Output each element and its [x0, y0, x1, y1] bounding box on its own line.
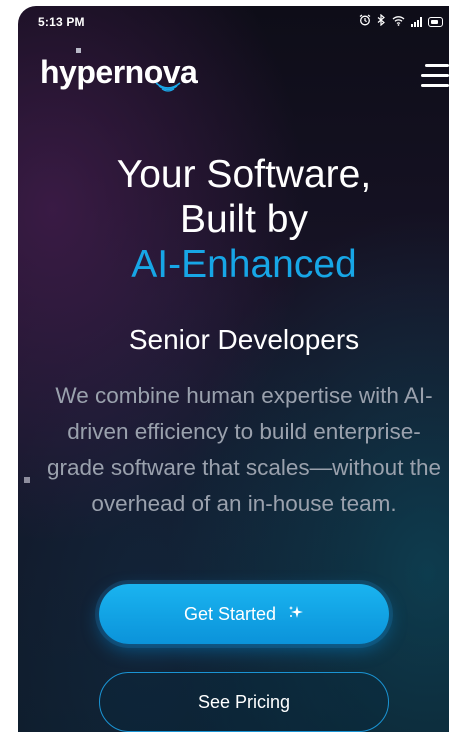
see-pricing-button[interactable]: See Pricing [99, 672, 389, 732]
status-bar: 5:13 PM [18, 6, 449, 34]
hero-title: Your Software, Built by AI-Enhanced [18, 152, 449, 287]
app-screen: 5:13 PM hypernova Your Software, Built b… [18, 6, 449, 732]
alarm-icon [359, 14, 371, 29]
hero-description: We combine human expertise with AI-drive… [47, 383, 441, 516]
bluetooth-icon [377, 13, 386, 29]
sparkle-icon [288, 605, 304, 623]
logo-dot [76, 48, 81, 53]
see-pricing-label: See Pricing [197, 691, 291, 712]
status-icons [359, 13, 443, 29]
hero-title-line1: Your Software, [116, 153, 372, 196]
logo-signal-waves-icon [155, 82, 181, 92]
hero-title-line2: Built by [180, 198, 308, 241]
battery-icon [428, 16, 443, 27]
wifi-icon [392, 15, 405, 29]
status-time: 5:13 PM [38, 15, 85, 29]
hero-subtitle: Senior Developers [128, 324, 360, 355]
signal-icon [411, 16, 422, 27]
hamburger-menu-icon[interactable] [421, 64, 449, 90]
get-started-button[interactable]: Get Started [99, 584, 389, 644]
get-started-label: Get Started [183, 603, 277, 624]
scroll-marker [24, 477, 30, 483]
hero-title-accent: AI-Enhanced [131, 243, 357, 286]
site-header: hypernova [18, 48, 449, 100]
